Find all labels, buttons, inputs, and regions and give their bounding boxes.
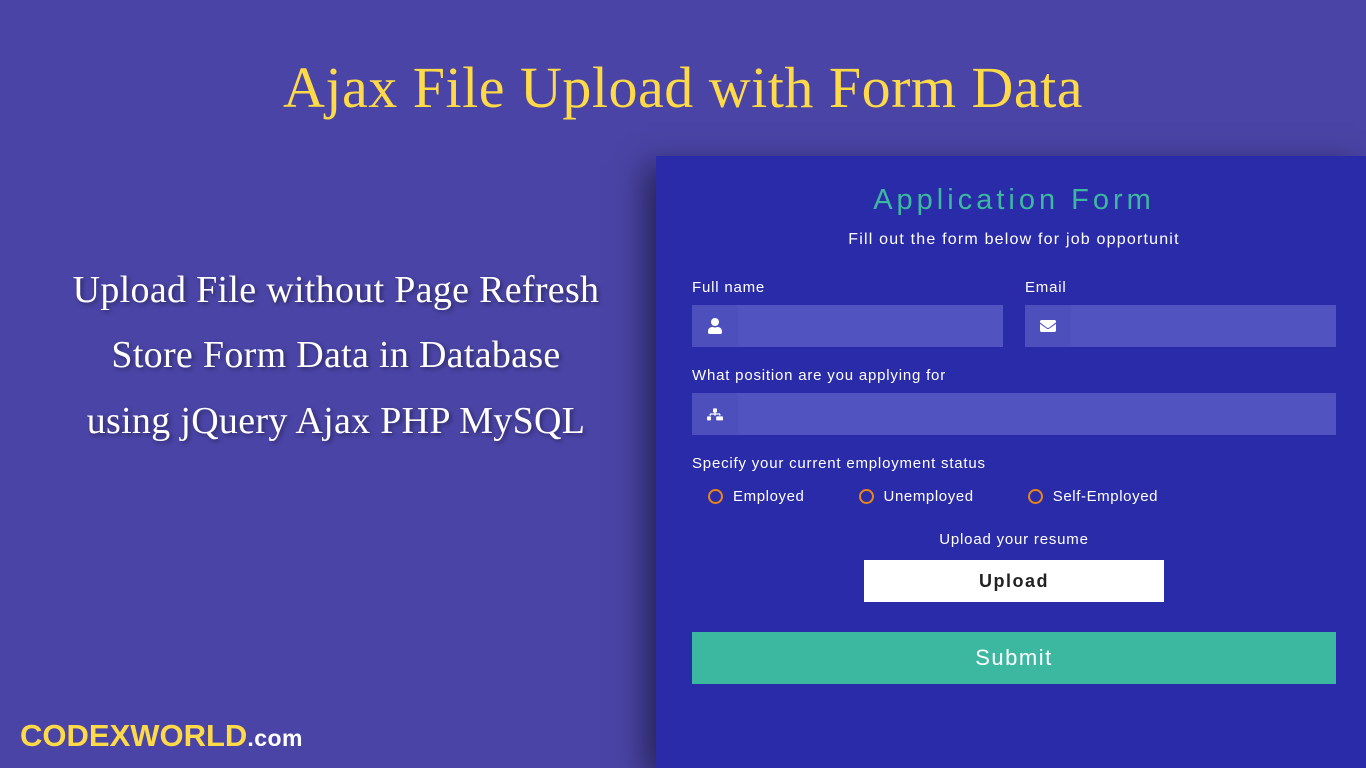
position-input[interactable] [738,393,1336,435]
sub-line-1: Upload File without Page Refresh [46,258,626,323]
position-label: What position are you applying for [692,367,1336,384]
fullname-input[interactable] [738,305,1003,347]
fullname-label: Full name [692,279,1003,296]
user-icon [692,305,738,347]
envelope-icon [1025,305,1071,347]
brand-logo: CODEXWORLD.com [20,718,303,754]
radio-unemployed[interactable]: Unemployed [859,488,974,505]
form-title: Application Form [692,184,1336,217]
upload-label: Upload your resume [692,531,1336,548]
sub-line-2: Store Form Data in Database [46,323,626,388]
brand-name: CODEXWORLD [20,718,247,753]
form-description: Fill out the form below for job opportun… [692,231,1336,249]
sitemap-icon [692,393,738,435]
form-row-name-email: Full name Email [692,279,1336,347]
subheading-block: Upload File without Page Refresh Store F… [46,258,626,454]
radio-employed-label: Employed [733,488,805,505]
radio-row: Employed Unemployed Self-Employed [692,488,1336,505]
email-label: Email [1025,279,1336,296]
page-title: Ajax File Upload with Form Data [0,0,1366,121]
radio-employed[interactable]: Employed [708,488,805,505]
position-input-group [692,393,1336,435]
submit-button[interactable]: Submit [692,632,1336,684]
radio-circle-icon [708,489,723,504]
radio-self-employed-label: Self-Employed [1053,488,1158,505]
upload-button[interactable]: Upload [864,560,1164,602]
radio-circle-icon [859,489,874,504]
email-group: Email [1025,279,1336,347]
sub-line-3: using jQuery Ajax PHP MySQL [46,389,626,454]
radio-self-employed[interactable]: Self-Employed [1028,488,1158,505]
position-group: What position are you applying for [692,367,1336,435]
form-row-position: What position are you applying for [692,367,1336,435]
status-label: Specify your current employment status [692,455,1336,472]
fullname-group: Full name [692,279,1003,347]
email-input[interactable] [1071,305,1336,347]
application-form-panel: Application Form Fill out the form below… [656,156,1366,768]
upload-section: Upload your resume Upload [692,531,1336,602]
brand-suffix: .com [247,725,303,751]
email-input-group [1025,305,1336,347]
status-group: Specify your current employment status E… [692,455,1336,505]
radio-unemployed-label: Unemployed [884,488,974,505]
radio-circle-icon [1028,489,1043,504]
fullname-input-group [692,305,1003,347]
